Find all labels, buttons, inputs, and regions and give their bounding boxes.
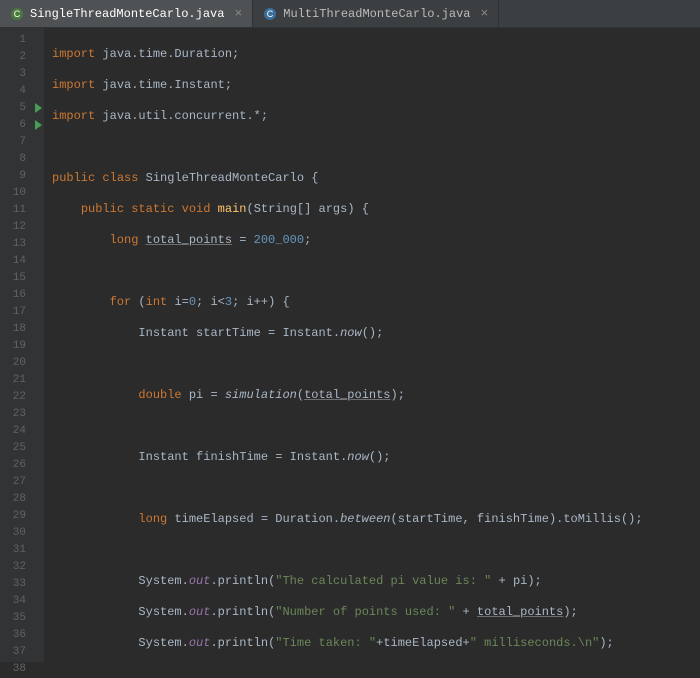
line-number: 24: [0, 423, 44, 440]
line-number: 15: [0, 270, 44, 287]
line-number: 6: [0, 117, 44, 134]
line-number: 31: [0, 542, 44, 559]
code-editor[interactable]: 1234567891011121314151617181920212223242…: [0, 28, 700, 662]
tab-multithread[interactable]: C MultiThreadMonteCarlo.java ×: [253, 0, 499, 27]
line-number: 4: [0, 83, 44, 100]
line-number: 37: [0, 644, 44, 661]
line-number: 12: [0, 219, 44, 236]
line-number: 19: [0, 338, 44, 355]
line-number: 20: [0, 355, 44, 372]
line-number: 29: [0, 508, 44, 525]
line-number: 17: [0, 304, 44, 321]
run-gutter-icon[interactable]: [35, 120, 42, 130]
line-number: 22: [0, 389, 44, 406]
line-number: 33: [0, 576, 44, 593]
tab-singlethread[interactable]: C SingleThreadMonteCarlo.java ×: [0, 0, 253, 27]
tab-label: SingleThreadMonteCarlo.java: [30, 7, 224, 21]
tab-label: MultiThreadMonteCarlo.java: [283, 7, 470, 21]
close-icon[interactable]: ×: [480, 7, 488, 20]
line-number: 14: [0, 253, 44, 270]
line-number: 3: [0, 66, 44, 83]
line-number: 34: [0, 593, 44, 610]
svg-text:C: C: [267, 9, 274, 19]
svg-text:C: C: [14, 9, 21, 19]
code-area[interactable]: import java.time.Duration; import java.t…: [44, 28, 700, 662]
line-number: 7: [0, 134, 44, 151]
line-number: 1: [0, 32, 44, 49]
line-number: 36: [0, 627, 44, 644]
line-number: 28: [0, 491, 44, 508]
line-number: 8: [0, 151, 44, 168]
line-number: 16: [0, 287, 44, 304]
java-class-icon: C: [263, 7, 277, 21]
line-number: 32: [0, 559, 44, 576]
close-icon[interactable]: ×: [234, 7, 242, 20]
line-number: 23: [0, 406, 44, 423]
line-number: 2: [0, 49, 44, 66]
line-number-gutter: 1234567891011121314151617181920212223242…: [0, 28, 44, 662]
line-number: 30: [0, 525, 44, 542]
java-class-icon: C: [10, 7, 24, 21]
line-number: 18: [0, 321, 44, 338]
line-number: 9: [0, 168, 44, 185]
line-number: 5: [0, 100, 44, 117]
line-number: 25: [0, 440, 44, 457]
line-number: 27: [0, 474, 44, 491]
line-number: 38: [0, 661, 44, 678]
line-number: 13: [0, 236, 44, 253]
line-number: 26: [0, 457, 44, 474]
editor-tabs: C SingleThreadMonteCarlo.java × C MultiT…: [0, 0, 700, 28]
line-number: 35: [0, 610, 44, 627]
line-number: 10: [0, 185, 44, 202]
line-number: 21: [0, 372, 44, 389]
run-gutter-icon[interactable]: [35, 103, 42, 113]
line-number: 11: [0, 202, 44, 219]
